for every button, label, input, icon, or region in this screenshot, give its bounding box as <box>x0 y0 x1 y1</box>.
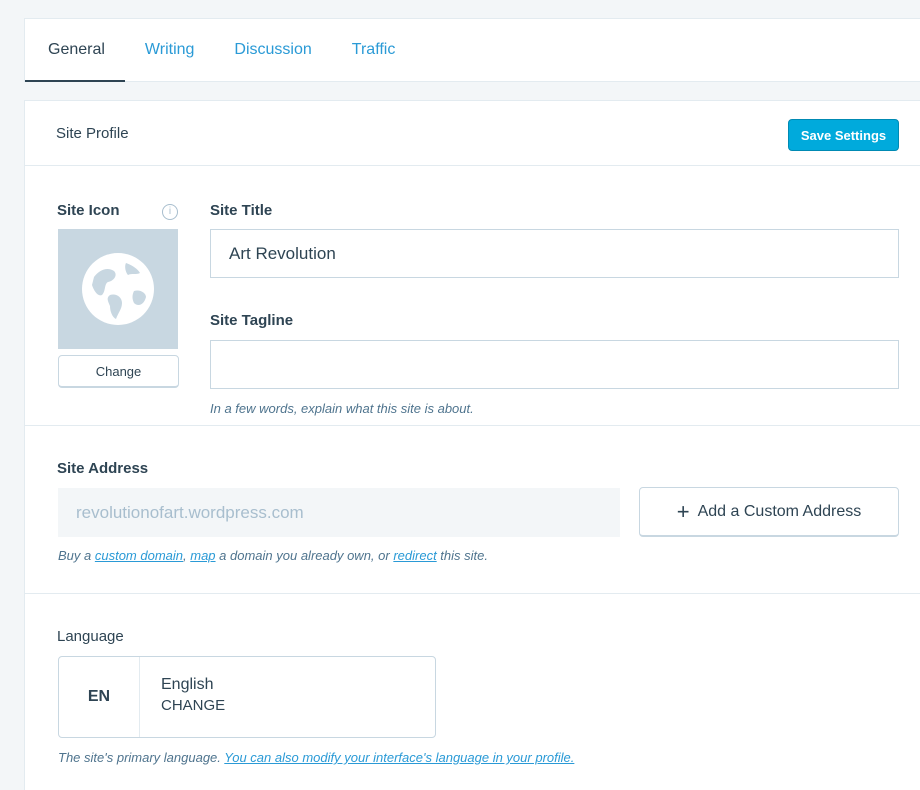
language-name: English <box>161 676 214 693</box>
site-tagline-input[interactable] <box>210 340 899 389</box>
tab-general[interactable]: General <box>25 19 125 82</box>
site-title-label: Site Title <box>210 202 273 219</box>
add-custom-address-button[interactable]: + Add a Custom Address <box>639 487 899 537</box>
save-settings-button[interactable]: Save Settings <box>788 119 899 151</box>
site-address-label: Site Address <box>57 460 149 477</box>
site-tagline-label: Site Tagline <box>210 312 294 329</box>
site-address-field: revolutionofart.wordpress.com <box>58 488 620 537</box>
card-header: Site Profile Save Settings <box>25 101 920 166</box>
map-link[interactable]: map <box>190 548 215 563</box>
tab-writing[interactable]: Writing <box>125 19 215 81</box>
card-title: Site Profile <box>56 125 129 142</box>
interface-language-link[interactable]: You can also modify your interface's lan… <box>224 750 574 765</box>
site-icon-preview[interactable] <box>58 229 178 349</box>
divider <box>25 593 920 594</box>
plus-icon: + <box>676 498 690 524</box>
site-icon-label: Site Icon <box>57 202 120 219</box>
language-hint-text: The site's primary language. <box>58 750 225 765</box>
address-hint-text: this site. <box>436 548 488 563</box>
tagline-hint: In a few words, explain what this site i… <box>210 401 474 416</box>
language-picker[interactable]: EN English CHANGE <box>58 656 436 738</box>
language-change-label[interactable]: CHANGE <box>161 697 225 714</box>
globe-icon <box>82 253 154 325</box>
site-profile-card: Site Profile Save Settings Site Icon i C… <box>24 100 920 790</box>
tab-traffic[interactable]: Traffic <box>332 19 416 81</box>
redirect-link[interactable]: redirect <box>393 548 436 563</box>
tab-discussion[interactable]: Discussion <box>214 19 331 81</box>
language-label: Language <box>57 628 124 645</box>
info-icon[interactable]: i <box>162 204 178 220</box>
change-icon-button[interactable]: Change <box>58 355 179 388</box>
language-code: EN <box>59 657 140 737</box>
add-custom-address-label: Add a Custom Address <box>697 502 862 520</box>
language-hint: The site's primary language. You can als… <box>58 750 574 765</box>
address-hint-text: a domain you already own, or <box>215 548 394 563</box>
site-title-input[interactable] <box>210 229 899 278</box>
address-hint-text: Buy a <box>58 548 95 563</box>
section-tabs: General Writing Discussion Traffic <box>24 18 920 82</box>
custom-domain-link[interactable]: custom domain <box>95 548 183 563</box>
language-info: English CHANGE <box>140 657 225 737</box>
address-hint: Buy a custom domain, map a domain you al… <box>58 548 488 563</box>
divider <box>25 425 920 426</box>
